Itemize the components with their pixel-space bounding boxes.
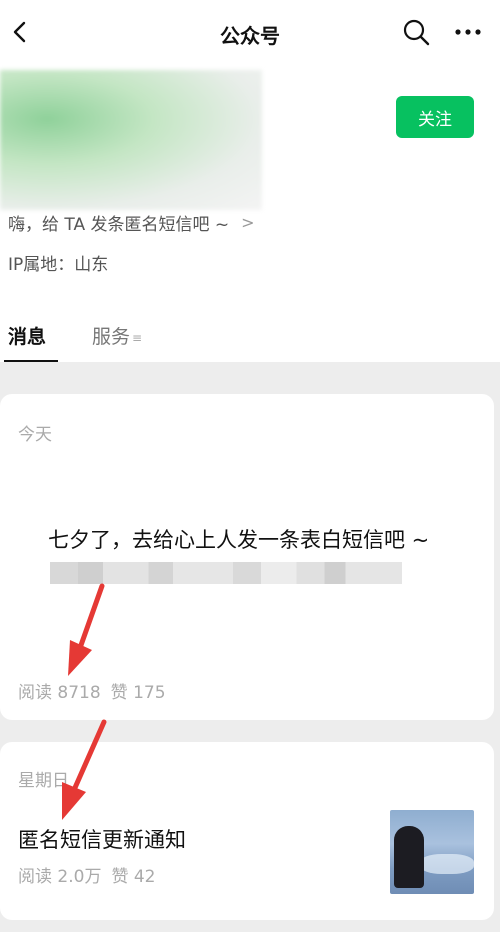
message-stats: 阅读 8718 赞 175 <box>18 678 166 703</box>
blurred-summary <box>50 562 402 584</box>
menu-icon: ≡ <box>132 330 143 345</box>
top-nav-bar: 公众号 <box>0 0 500 66</box>
message-card[interactable]: 今天 七夕了，去给心上人发一条表白短信吧 ~ 阅读 8718 赞 175 <box>0 394 494 720</box>
blurred-account-banner <box>0 70 262 210</box>
tab-services-label: 服务 <box>92 326 131 348</box>
message-title: 七夕了，去给心上人发一条表白短信吧 ~ <box>48 528 430 552</box>
tab-services[interactable]: 服务 ≡ <box>92 322 142 349</box>
article-thumbnail <box>390 810 474 894</box>
account-intro-text: 嗨，给 TA 发条匿名短信吧 ~ <box>8 215 230 235</box>
ip-location: IP属地：山东 <box>8 255 109 275</box>
read-count: 阅读 8718 <box>18 683 101 703</box>
tab-messages[interactable]: 消息 <box>3 322 59 362</box>
account-profile: 关注 嗨，给 TA 发条匿名短信吧 ~ > IP属地：山东 消息 服务 ≡ <box>0 66 500 362</box>
chevron-right-icon: > <box>241 213 255 232</box>
search-icon[interactable] <box>402 18 430 46</box>
message-title: 匿名短信更新通知 <box>18 828 186 852</box>
account-intro-link[interactable]: 嗨，给 TA 发条匿名短信吧 ~ > <box>8 210 255 235</box>
message-stats: 阅读 2.0万赞 42 <box>18 862 156 887</box>
follow-button[interactable]: 关注 <box>396 96 474 138</box>
tab-messages-label: 消息 <box>8 326 47 348</box>
like-count: 赞 42 <box>111 867 156 887</box>
message-date: 星期日 <box>18 771 69 791</box>
tab-bar: 消息 服务 ≡ <box>0 312 500 362</box>
more-dots-icon[interactable] <box>452 18 484 46</box>
message-card[interactable]: 星期日 匿名短信更新通知 阅读 2.0万赞 42 <box>0 742 494 920</box>
like-count: 赞 175 <box>110 683 166 703</box>
message-date: 今天 <box>18 425 52 445</box>
read-count: 阅读 2.0万 <box>18 867 102 887</box>
